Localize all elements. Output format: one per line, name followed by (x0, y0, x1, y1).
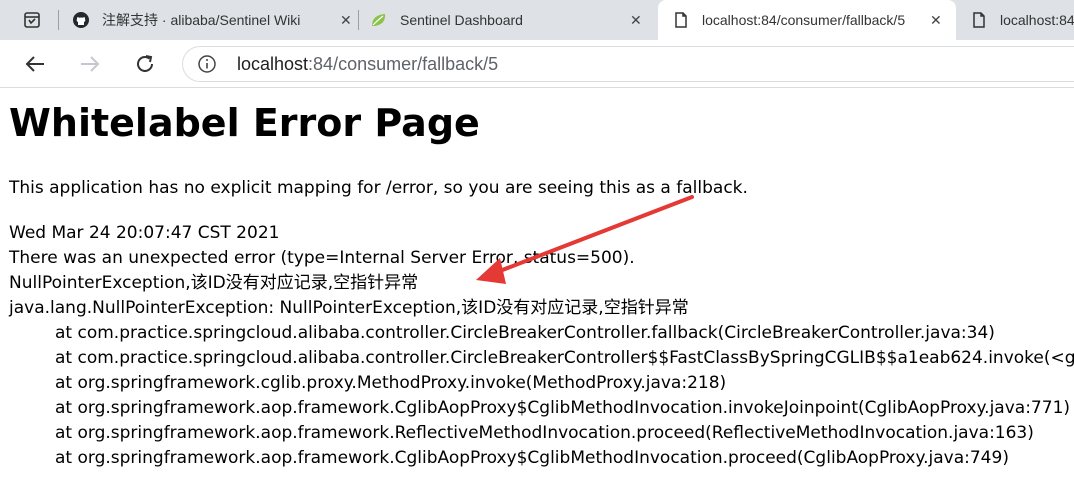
tab-sentinel-dashboard[interactable]: Sentinel Dashboard ✕ (370, 0, 656, 40)
stack-frame: at org.springframework.aop.framework.Ref… (55, 423, 1034, 443)
exception-line: java.lang.NullPointerException: NullPoin… (9, 298, 689, 318)
toolbar: localhost:84/consumer/fallback/5 (0, 40, 1074, 88)
page-icon (675, 12, 687, 28)
tab-strip: 注解支持 · alibaba/Sentinel Wiki ✕ Sentinel … (0, 0, 1074, 40)
stack-frame: at com.practice.springcloud.alibaba.cont… (55, 348, 1074, 368)
tab-localhost[interactable]: localhost:84 (970, 0, 1074, 40)
tab-separator (58, 10, 59, 30)
tab-separator (358, 10, 359, 30)
stack-frame: at org.springframework.aop.framework.Cgl… (55, 448, 1009, 468)
forward-arrow-icon (81, 56, 100, 72)
error-message: NullPointerException,该ID没有对应记录,空指针异常 (9, 273, 419, 293)
url-text: localhost:84/consumer/fallback/5 (237, 54, 498, 75)
page-content: Whitelabel Error Page This application h… (0, 89, 1074, 477)
forward-button[interactable] (74, 48, 106, 80)
page-icon (973, 12, 985, 28)
github-icon (73, 12, 89, 28)
tab-actions-icon (24, 12, 40, 28)
url-host: localhost (237, 53, 309, 74)
site-info-button[interactable] (197, 54, 217, 74)
stack-frame: at com.practice.springcloud.alibaba.cont… (55, 323, 995, 343)
back-button[interactable] (19, 48, 51, 80)
reload-button[interactable] (129, 48, 161, 80)
close-icon[interactable]: ✕ (630, 12, 642, 28)
tab-sentinel-wiki[interactable]: 注解支持 · alibaba/Sentinel Wiki ✕ (72, 0, 358, 40)
tab-localhost-fallback[interactable]: localhost:84/consumer/fallback/5 ✕ (658, 0, 956, 40)
reload-icon (137, 55, 153, 72)
close-icon[interactable]: ✕ (340, 12, 352, 28)
tab-title: localhost:84 (1000, 12, 1074, 28)
spring-leaf-icon (372, 14, 386, 26)
address-bar[interactable]: localhost:84/consumer/fallback/5 (182, 46, 1074, 82)
stack-frame: at org.springframework.aop.framework.Cgl… (55, 398, 1071, 418)
close-icon[interactable]: ✕ (930, 12, 942, 28)
tab-actions-button[interactable] (14, 0, 50, 40)
tab-title: 注解支持 · alibaba/Sentinel Wiki (102, 12, 301, 28)
error-timestamp: Wed Mar 24 20:07:47 CST 2021 (9, 223, 280, 243)
info-icon (198, 55, 216, 73)
error-description: This application has no explicit mapping… (9, 178, 748, 198)
tab-title: localhost:84/consumer/fallback/5 (702, 12, 906, 28)
stack-frame: at org.springframework.cglib.proxy.Metho… (55, 373, 727, 393)
url-path: :84/consumer/fallback/5 (308, 53, 499, 74)
back-arrow-icon (25, 56, 44, 72)
page-title: Whitelabel Error Page (9, 101, 480, 145)
tab-title: Sentinel Dashboard (400, 12, 523, 28)
error-summary: There was an unexpected error (type=Inte… (9, 248, 635, 268)
